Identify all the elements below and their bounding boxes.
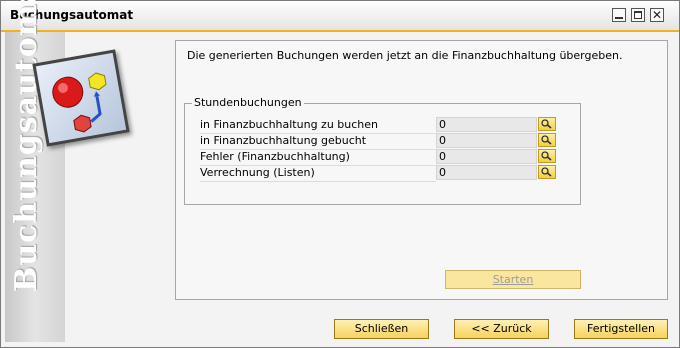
wizard-icon [32, 49, 130, 147]
magnifier-icon[interactable] [538, 133, 556, 147]
minimize-icon[interactable] [612, 8, 626, 22]
dialog-window: Buchungsautomat ✕ Buchungsautomat Die ge… [0, 0, 680, 348]
magnifier-icon[interactable] [538, 117, 556, 131]
row-value: 0 [436, 165, 537, 180]
row-label: Verrechnung (Listen) [200, 166, 436, 182]
row-label: in Finanzbuchhaltung zu buchen [200, 118, 436, 134]
row-fehler: Fehler (Finanzbuchhaltung) 0 [200, 149, 640, 166]
row-value: 0 [436, 117, 537, 132]
titlebar[interactable]: Buchungsautomat ✕ [1, 1, 679, 32]
back-button[interactable]: << Zurück [454, 319, 549, 339]
intro-text: Die generierten Buchungen werden jetzt a… [187, 49, 623, 62]
row-gebucht: in Finanzbuchhaltung gebucht 0 [200, 133, 640, 150]
row-value: 0 [436, 133, 537, 148]
row-verrechnung: Verrechnung (Listen) 0 [200, 165, 640, 182]
start-button[interactable]: Starten [445, 270, 581, 289]
row-value: 0 [436, 149, 537, 164]
finish-button[interactable]: Fertigstellen [574, 319, 668, 339]
content-panel: Die generierten Buchungen werden jetzt a… [175, 40, 668, 300]
maximize-icon[interactable] [631, 8, 645, 22]
close-icon[interactable]: ✕ [650, 8, 664, 22]
group-title: Stundenbuchungen [192, 96, 304, 109]
magnifier-icon[interactable] [538, 149, 556, 163]
sidebar-title: Buchungsautomat [9, 0, 44, 292]
close-button[interactable]: Schließen [334, 319, 429, 339]
row-zu-buchen: in Finanzbuchhaltung zu buchen 0 [200, 117, 640, 134]
row-label: Fehler (Finanzbuchhaltung) [200, 150, 436, 166]
row-label: in Finanzbuchhaltung gebucht [200, 134, 436, 150]
magnifier-icon[interactable] [538, 165, 556, 179]
